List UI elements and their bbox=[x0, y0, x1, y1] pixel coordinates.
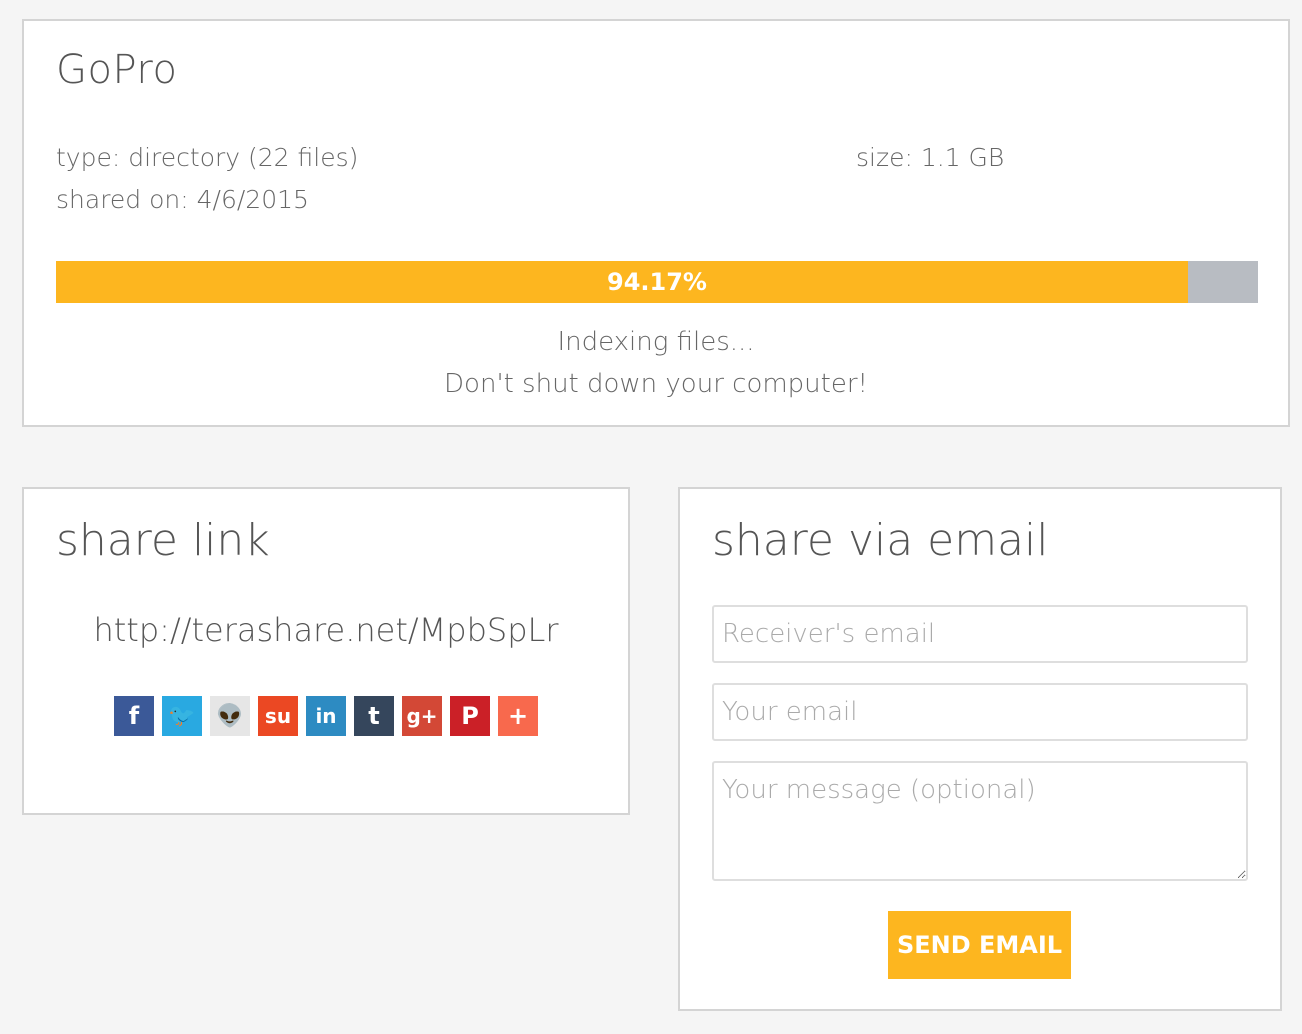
google-plus-icon: g+ bbox=[406, 704, 438, 728]
linkedin-icon: in bbox=[315, 704, 337, 728]
file-title: GoPro bbox=[56, 47, 178, 93]
status-warning: Don't shut down your computer! bbox=[444, 369, 868, 399]
receiver-email-input[interactable] bbox=[712, 605, 1248, 663]
linkedin-share-button[interactable]: in bbox=[306, 696, 346, 736]
tumblr-icon: t bbox=[368, 702, 380, 730]
twitter-share-button[interactable]: 🐦 bbox=[162, 696, 202, 736]
send-email-button[interactable]: SEND EMAIL bbox=[888, 911, 1071, 979]
status-indexing: Indexing files... bbox=[557, 327, 755, 357]
share-email-panel: share via email SEND EMAIL bbox=[678, 487, 1282, 1011]
tumblr-share-button[interactable]: t bbox=[354, 696, 394, 736]
share-email-heading: share via email bbox=[712, 515, 1049, 566]
stumbleupon-share-button[interactable]: su bbox=[258, 696, 298, 736]
pinterest-icon: P bbox=[461, 702, 479, 730]
file-size: size: 1.1 GB bbox=[856, 143, 1005, 172]
reddit-icon: 👽 bbox=[216, 703, 244, 729]
progress-bar: 94.17% bbox=[56, 261, 1258, 303]
file-shared-date: shared on: 4/6/2015 bbox=[56, 185, 309, 214]
file-type: type: directory (22 files) bbox=[56, 143, 359, 172]
progress-label: 94.17% bbox=[607, 268, 707, 296]
twitter-icon: 🐦 bbox=[168, 703, 196, 729]
reddit-share-button[interactable]: 👽 bbox=[210, 696, 250, 736]
google-plus-share-button[interactable]: g+ bbox=[402, 696, 442, 736]
your-email-input[interactable] bbox=[712, 683, 1248, 741]
share-url[interactable]: http://terashare.net/MpbSpLr bbox=[24, 611, 628, 649]
stumbleupon-icon: su bbox=[264, 704, 292, 728]
pinterest-share-button[interactable]: P bbox=[450, 696, 490, 736]
more-icon: + bbox=[507, 702, 529, 730]
facebook-share-button[interactable]: f bbox=[114, 696, 154, 736]
more-share-button[interactable]: + bbox=[498, 696, 538, 736]
facebook-icon: f bbox=[128, 702, 140, 730]
message-textarea[interactable] bbox=[712, 761, 1248, 881]
share-link-panel: share link http://terashare.net/MpbSpLr … bbox=[22, 487, 630, 815]
file-info-panel: GoPro type: directory (22 files) shared … bbox=[22, 19, 1290, 427]
share-link-heading: share link bbox=[56, 515, 270, 566]
social-share-buttons: f 🐦 👽 su in t g+ P + bbox=[24, 696, 628, 736]
